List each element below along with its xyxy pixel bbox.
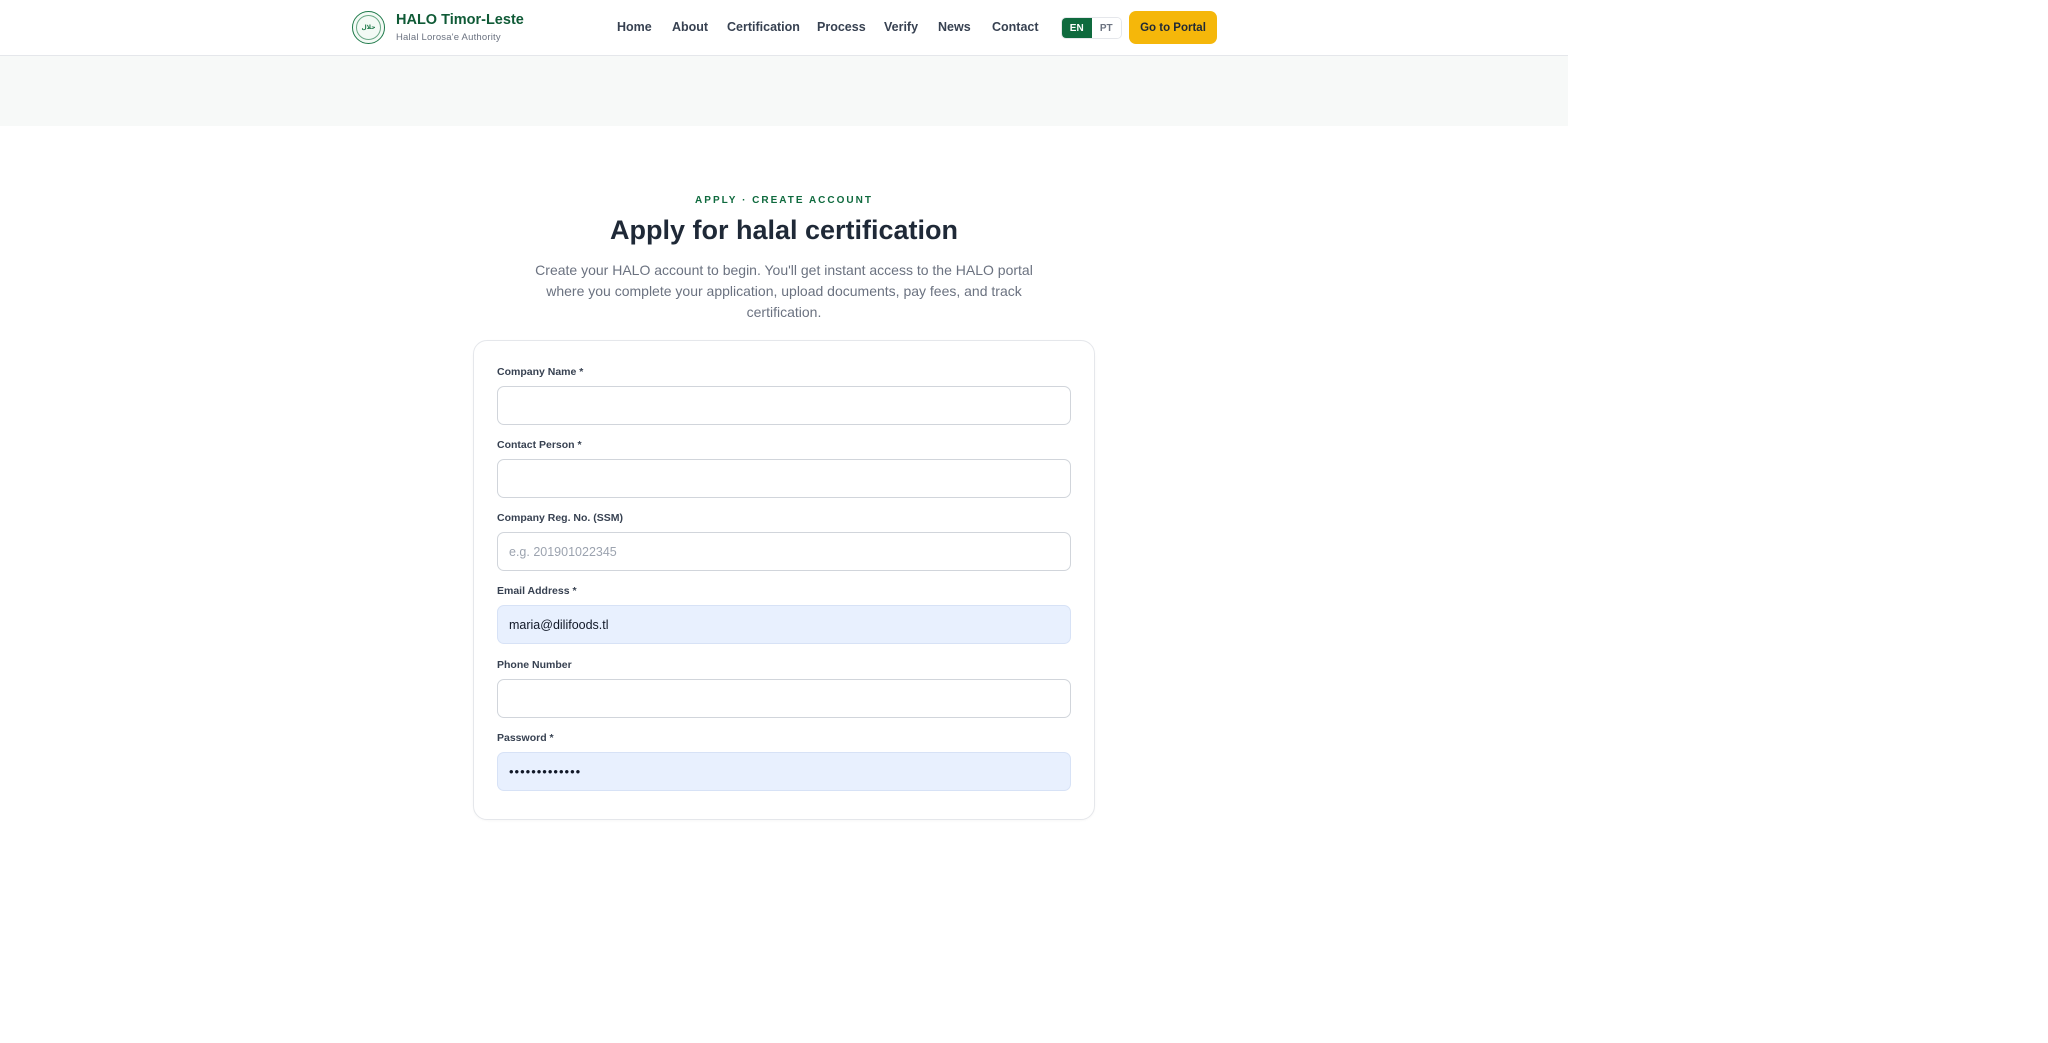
language-switcher: EN PT: [1061, 17, 1122, 39]
page-lead: Create your HALO account to begin. You'l…: [535, 262, 1033, 320]
hero-band: [0, 56, 1568, 126]
password-label: Password *: [497, 732, 554, 744]
nav-about[interactable]: About: [672, 20, 708, 34]
password-input[interactable]: [497, 752, 1071, 791]
page-title: Apply for halal certification: [609, 215, 959, 245]
nav-contact[interactable]: Contact: [992, 20, 1039, 34]
reg-no-label: Company Reg. No. (SSM): [497, 512, 624, 524]
contact-person-label: Contact Person *: [497, 439, 582, 451]
lang-en-button[interactable]: EN: [1062, 18, 1092, 38]
lang-pt-button[interactable]: PT: [1091, 18, 1121, 38]
nav-news[interactable]: News: [938, 20, 971, 34]
phone-label: Phone Number: [497, 659, 572, 671]
site-header: حلال HALO Timor-Leste Halal Lorosa'e Aut…: [0, 0, 1568, 56]
email-label: Email Address *: [497, 585, 577, 597]
reg-no-input[interactable]: [497, 532, 1071, 571]
company-name-label: Company Name *: [497, 366, 584, 378]
nav-home[interactable]: Home: [617, 20, 652, 34]
halal-logo: حلال: [352, 11, 385, 44]
go-to-portal-button[interactable]: Go to Portal: [1129, 11, 1217, 44]
brand-title: HALO Timor-Leste: [396, 12, 524, 28]
phone-input[interactable]: [497, 679, 1071, 718]
email-input[interactable]: [497, 605, 1071, 644]
brand[interactable]: حلال HALO Timor-Leste Halal Lorosa'e Aut…: [352, 11, 524, 44]
nav-process[interactable]: Process: [817, 20, 866, 34]
section-kicker: APPLY · CREATE ACCOUNT: [695, 195, 873, 206]
logo-text: حلال: [361, 25, 376, 31]
brand-subtitle: Halal Lorosa'e Authority: [396, 32, 501, 43]
nav-certification[interactable]: Certification: [727, 20, 800, 34]
contact-person-input[interactable]: [497, 459, 1071, 498]
nav-verify[interactable]: Verify: [884, 20, 918, 34]
company-name-input[interactable]: [497, 386, 1071, 425]
